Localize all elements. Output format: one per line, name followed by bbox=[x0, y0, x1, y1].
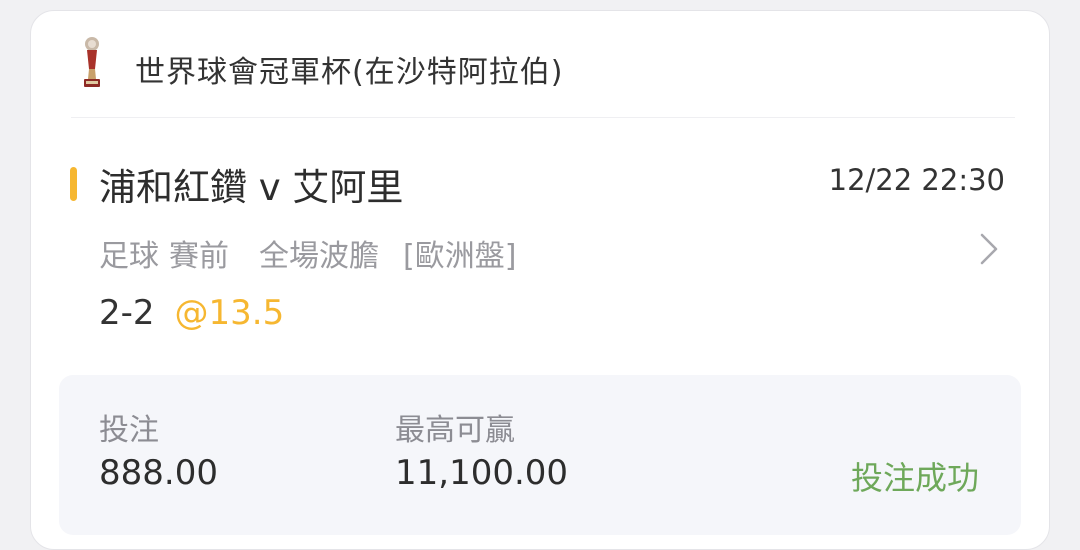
stake-value: 888.00 bbox=[99, 453, 218, 493]
match-time: 12/22 22:30 bbox=[828, 163, 1005, 197]
selection-score: 2-2 bbox=[99, 293, 155, 333]
bet-card[interactable]: 世界球會冠軍杯(在沙特阿拉伯) 浦和紅鑽 v 艾阿里 12/22 22:30 足… bbox=[30, 10, 1050, 550]
stake-label: 投注 bbox=[99, 413, 159, 448]
bet-type-line: 足球 賽前 全場波膽 [歐洲盤] bbox=[99, 231, 516, 275]
selection-odds: @13.5 bbox=[174, 293, 285, 333]
max-win-value: 11,100.00 bbox=[395, 453, 569, 493]
trophy-icon bbox=[79, 35, 105, 93]
selection: 2-2 @13.5 bbox=[99, 293, 284, 333]
tournament-name: 世界球會冠軍杯(在沙特阿拉伯) bbox=[135, 55, 564, 90]
phase-label: 賽前 bbox=[169, 239, 229, 274]
bet-status: 投注成功 bbox=[850, 459, 979, 497]
odds-format-label: [歐洲盤] bbox=[403, 239, 517, 274]
divider bbox=[71, 117, 1015, 118]
accent-bar bbox=[70, 167, 77, 201]
tournament-header: 世界球會冠軍杯(在沙特阿拉伯) bbox=[31, 11, 1049, 117]
chevron-right-icon[interactable] bbox=[977, 231, 1001, 267]
max-win-label: 最高可贏 bbox=[395, 413, 515, 448]
bet-summary: 投注 888.00 最高可贏 11,100.00 投注成功 bbox=[59, 375, 1021, 535]
market-label: 全場波膽 bbox=[259, 239, 379, 274]
sport-label: 足球 bbox=[99, 239, 159, 274]
match-title: 浦和紅鑽 v 艾阿里 bbox=[99, 166, 404, 209]
